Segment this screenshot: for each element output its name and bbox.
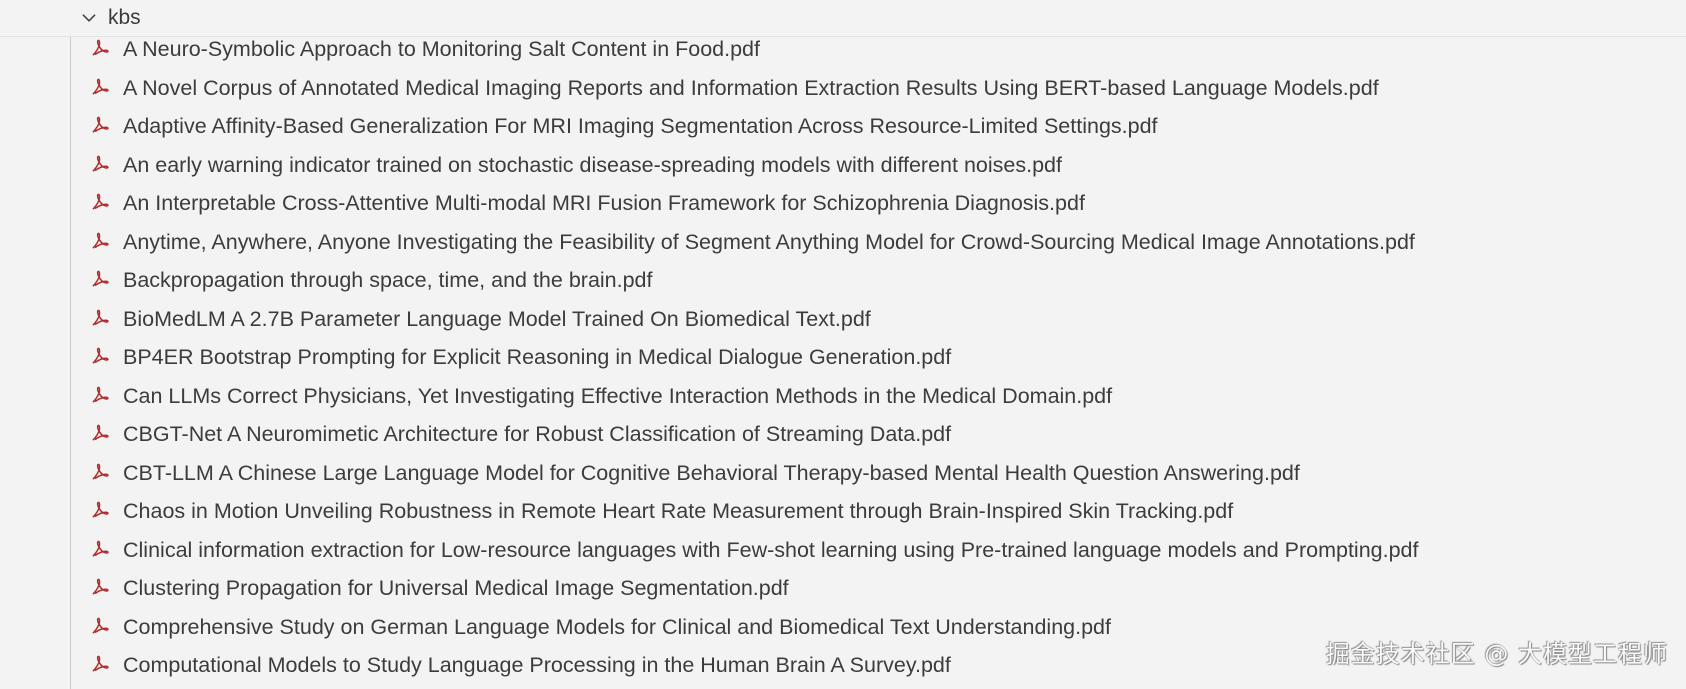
file-name: CBGT-Net A Neuromimetic Architecture for… (123, 422, 952, 446)
pdf-icon (92, 617, 109, 633)
file-item[interactable]: CBT-LLM A Chinese Large Language Model f… (0, 454, 1686, 493)
folder-label: kbs (108, 6, 141, 29)
file-item[interactable]: Adaptive Affinity-Based Generalization F… (0, 107, 1686, 146)
file-name: Anytime, Anywhere, Anyone Investigating … (123, 229, 1415, 254)
pdf-icon (92, 501, 109, 518)
file-item[interactable]: Clustering Propagation for Universal Med… (0, 569, 1686, 608)
chevron-down-icon[interactable] (80, 9, 98, 27)
file-name: Chaos in Motion Unveiling Robustness in … (123, 499, 1234, 523)
file-name: An early warning indicator trained on st… (123, 152, 1062, 177)
file-item[interactable]: CBGT-Net A Neuromimetic Architecture for… (0, 415, 1686, 454)
pdf-icon (92, 424, 109, 441)
file-item[interactable]: Can LLMs Correct Physicians, Yet Investi… (0, 377, 1686, 416)
file-name: Backpropagation through space, time, and… (123, 268, 653, 292)
pdf-icon (92, 386, 109, 402)
file-item[interactable]: BioMedLM A 2.7B Parameter Language Model… (0, 300, 1686, 339)
file-name: A Neuro-Symbolic Approach to Monitoring … (123, 37, 760, 61)
file-item[interactable]: Chaos in Motion Unveiling Robustness in … (0, 492, 1686, 531)
file-name: Clinical information extraction for Low-… (123, 537, 1419, 562)
file-name: Can LLMs Correct Physicians, Yet Investi… (123, 383, 1113, 408)
file-item[interactable]: A Novel Corpus of Annotated Medical Imag… (0, 69, 1686, 108)
pdf-icon (92, 463, 109, 479)
pdf-icon (92, 270, 109, 287)
file-item[interactable]: Backpropagation through space, time, and… (0, 261, 1686, 300)
pdf-icon (92, 39, 109, 56)
file-name: Adaptive Affinity-Based Generalization F… (123, 114, 1158, 138)
pdf-icon (92, 578, 109, 595)
file-name: Computational Models to Study Language P… (123, 653, 951, 677)
watermark: 掘金技术社区 @ 大模型工程师 (1325, 640, 1668, 668)
file-item[interactable]: A Neuro-Symbolic Approach to Monitoring … (0, 30, 1686, 69)
pdf-icon (92, 309, 109, 325)
file-name: BioMedLM A 2.7B Parameter Language Model… (123, 306, 871, 331)
pdf-icon (92, 540, 109, 556)
file-item[interactable]: Anytime, Anywhere, Anyone Investigating … (0, 223, 1686, 262)
file-name: Clustering Propagation for Universal Med… (123, 576, 789, 600)
file-name: Comprehensive Study on German Language M… (123, 614, 1111, 639)
file-item[interactable]: Clinical information extraction for Low-… (0, 531, 1686, 570)
pdf-icon (92, 193, 109, 210)
file-name: BP4ER Bootstrap Prompting for Explicit R… (123, 345, 952, 369)
pdf-icon (92, 155, 109, 171)
file-explorer: kbs A Neuro-Symbolic Approach to Monitor… (0, 0, 1686, 689)
file-item[interactable]: BP4ER Bootstrap Prompting for Explicit R… (0, 338, 1686, 377)
pdf-icon (92, 347, 109, 364)
file-name: A Novel Corpus of Annotated Medical Imag… (123, 75, 1379, 100)
file-name: An Interpretable Cross-Attentive Multi-m… (123, 191, 1085, 215)
file-item[interactable]: An early warning indicator trained on st… (0, 146, 1686, 185)
pdf-icon (92, 655, 109, 672)
pdf-icon (92, 78, 109, 94)
file-name: CBT-LLM A Chinese Large Language Model f… (123, 460, 1300, 485)
file-list: A Neuro-Symbolic Approach to Monitoring … (0, 30, 1686, 685)
pdf-icon (92, 232, 109, 248)
file-item[interactable]: An Interpretable Cross-Attentive Multi-m… (0, 184, 1686, 223)
pdf-icon (92, 116, 109, 133)
